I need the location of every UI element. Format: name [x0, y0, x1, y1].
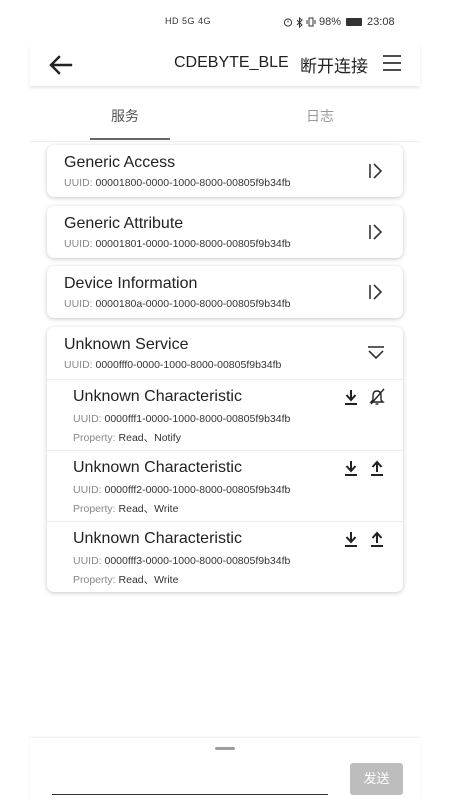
- characteristic-item[interactable]: Unknown Characteristic UUID: 0000fff1-00…: [47, 380, 403, 451]
- tab-services[interactable]: 服务: [60, 96, 190, 140]
- download-icon[interactable]: [343, 459, 359, 477]
- characteristic-uuid: UUID: 0000fff2-0000-1000-8000-00805f9b34…: [73, 484, 290, 496]
- characteristic-list: Unknown Characteristic UUID: 0000fff1-00…: [47, 379, 403, 592]
- property-value: Read、Write: [118, 503, 179, 515]
- service-uuid: UUID: 0000fff0-0000-1000-8000-00805f9b34…: [64, 359, 281, 371]
- download-icon[interactable]: [343, 388, 359, 406]
- service-header[interactable]: Generic Access UUID: 00001800-0000-1000-…: [47, 145, 403, 197]
- uuid-label: UUID:: [73, 413, 105, 425]
- service-card: Device Information UUID: 0000180a-0000-1…: [47, 266, 403, 318]
- uuid-label: UUID:: [73, 555, 105, 567]
- service-header[interactable]: Unknown Service UUID: 0000fff0-0000-1000…: [47, 327, 403, 379]
- characteristic-item[interactable]: Unknown Characteristic UUID: 0000fff3-00…: [47, 522, 403, 592]
- expand-arrow-icon[interactable]: [367, 282, 385, 302]
- characteristic-uuid: UUID: 0000fff3-0000-1000-8000-00805f9b34…: [73, 555, 290, 567]
- clock: 23:08: [367, 16, 395, 28]
- disconnect-button[interactable]: 断开连接: [300, 52, 368, 77]
- send-button[interactable]: 发送: [350, 763, 403, 795]
- uuid-value: 00001801-0000-1000-8000-00805f9b34fb: [95, 238, 291, 250]
- uuid-value: 0000180a-0000-1000-8000-00805f9b34fb: [95, 298, 291, 310]
- property-label: Property:: [73, 503, 119, 515]
- drag-handle[interactable]: [215, 747, 235, 750]
- service-uuid: UUID: 0000180a-0000-1000-8000-00805f9b34…: [64, 298, 291, 310]
- uuid-value: 0000fff0-0000-1000-8000-00805f9b34fb: [95, 359, 282, 371]
- service-uuid: UUID: 00001800-0000-1000-8000-00805f9b34…: [64, 177, 291, 189]
- service-card: Generic Access UUID: 00001800-0000-1000-…: [47, 145, 403, 197]
- property-label: Property:: [73, 574, 119, 586]
- uuid-value: 0000fff2-0000-1000-8000-00805f9b34fb: [104, 484, 291, 496]
- property-value: Read、Notify: [118, 432, 181, 444]
- service-name: Generic Attribute: [64, 215, 184, 232]
- characteristic-property: Property: Read、Notify: [73, 430, 181, 445]
- uuid-value: 0000fff3-0000-1000-8000-00805f9b34fb: [104, 555, 291, 567]
- tab-log[interactable]: 日志: [255, 96, 385, 140]
- arrow-left-icon[interactable]: [46, 50, 76, 80]
- uuid-value: 00001800-0000-1000-8000-00805f9b34fb: [95, 177, 291, 189]
- characteristic-name: Unknown Characteristic: [73, 388, 242, 405]
- expand-arrow-icon[interactable]: [367, 161, 385, 181]
- service-header[interactable]: Device Information UUID: 0000180a-0000-1…: [47, 266, 403, 318]
- battery-percent: 98%: [319, 16, 342, 28]
- uuid-label: UUID:: [64, 359, 96, 371]
- app-bar: CDEBYTE_BLE 断开连接: [30, 44, 420, 86]
- characteristic-name: Unknown Characteristic: [73, 530, 242, 547]
- collapse-arrow-icon[interactable]: [367, 345, 385, 361]
- send-panel: 发送: [30, 738, 420, 800]
- uuid-label: UUID:: [64, 238, 96, 250]
- uuid-value: 0000fff1-0000-1000-8000-00805f9b34fb: [104, 413, 291, 425]
- signal-icon: HD 5G 4G: [165, 16, 212, 26]
- download-icon[interactable]: [343, 530, 359, 548]
- vibrate-icon: [306, 17, 316, 27]
- alarm-icon: [283, 18, 293, 27]
- characteristic-property: Property: Read、Write: [73, 572, 178, 587]
- service-uuid: UUID: 00001801-0000-1000-8000-00805f9b34…: [64, 238, 291, 250]
- upload-icon[interactable]: [369, 459, 385, 477]
- upload-icon[interactable]: [369, 530, 385, 548]
- bluetooth-icon: [296, 16, 303, 28]
- characteristic-uuid: UUID: 0000fff1-0000-1000-8000-00805f9b34…: [73, 413, 290, 425]
- characteristic-item[interactable]: Unknown Characteristic UUID: 0000fff2-00…: [47, 451, 403, 522]
- send-input[interactable]: [52, 768, 328, 795]
- uuid-label: UUID:: [64, 177, 96, 189]
- characteristic-property: Property: Read、Write: [73, 501, 178, 516]
- service-name: Generic Access: [64, 154, 176, 171]
- device-title: CDEBYTE_BLE: [174, 54, 289, 71]
- tab-indicator: [90, 138, 170, 140]
- expand-arrow-icon[interactable]: [367, 222, 385, 242]
- uuid-label: UUID:: [73, 484, 105, 496]
- service-name: Unknown Service: [64, 336, 189, 353]
- tab-bar: 服务 日志: [30, 96, 420, 142]
- service-card: Generic Attribute UUID: 00001801-0000-10…: [47, 206, 403, 258]
- service-header[interactable]: Generic Attribute UUID: 00001801-0000-10…: [47, 206, 403, 258]
- property-label: Property:: [73, 432, 119, 444]
- service-card-expanded: Unknown Service UUID: 0000fff0-0000-1000…: [47, 327, 403, 592]
- characteristic-name: Unknown Characteristic: [73, 459, 242, 476]
- status-bar: HD 5G 4G 98% 23:08: [0, 0, 450, 44]
- battery-icon: [346, 18, 363, 26]
- notification-off-icon[interactable]: [369, 388, 385, 406]
- property-value: Read、Write: [118, 574, 179, 586]
- hamburger-menu-icon[interactable]: [381, 52, 403, 74]
- uuid-label: UUID:: [64, 298, 96, 310]
- service-name: Device Information: [64, 275, 198, 292]
